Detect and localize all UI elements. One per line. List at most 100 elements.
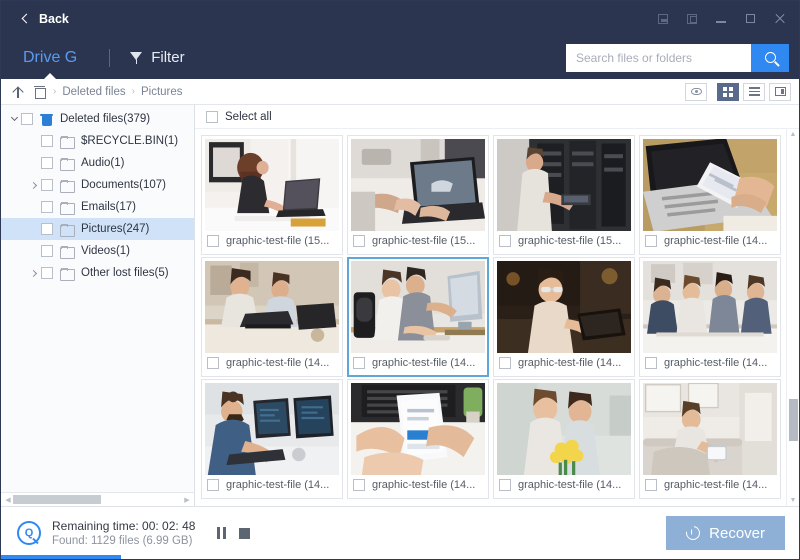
scroll-up-icon[interactable]: ▲ <box>790 131 797 138</box>
file-tile[interactable]: graphic-test-file (14... <box>639 257 781 377</box>
restore-icon <box>658 13 668 24</box>
file-tile[interactable]: graphic-test-file (15... <box>347 135 489 255</box>
up-level-icon[interactable] <box>13 86 24 98</box>
tile-checkbox[interactable] <box>499 479 511 491</box>
drive-tab[interactable]: Drive G <box>17 49 83 81</box>
minimize-button[interactable] <box>707 6 735 32</box>
back-button[interactable]: Back <box>15 8 75 30</box>
thumbnail <box>643 383 777 475</box>
select-all-label: Select all <box>225 110 272 123</box>
file-tile[interactable]: graphic-test-file (14... <box>639 379 781 499</box>
folder-icon <box>60 267 75 281</box>
tree-node-label: Audio(1) <box>81 157 125 169</box>
tile-checkbox[interactable] <box>353 357 365 369</box>
file-tile[interactable]: graphic-test-file (15... <box>201 135 343 255</box>
tile-checkbox[interactable] <box>353 235 365 247</box>
tree-node-videos[interactable]: Videos(1) <box>1 240 194 262</box>
tile-label: graphic-test-file (14... <box>226 357 330 369</box>
tree-checkbox[interactable] <box>41 223 53 235</box>
tree-checkbox[interactable] <box>41 201 53 213</box>
folder-icon <box>60 179 75 193</box>
tree-node-other-lost-files[interactable]: Other lost files(5) <box>1 262 194 284</box>
tile-label: graphic-test-file (15... <box>372 235 476 247</box>
content-vertical-scrollbar[interactable]: ▲ ▼ <box>786 129 799 506</box>
tree-node-recycle-bin[interactable]: $RECYCLE.BIN(1) <box>1 130 194 152</box>
tree-node-deleted-files[interactable]: Deleted files(379) <box>1 108 194 130</box>
detail-view-button[interactable] <box>769 82 791 101</box>
file-tile[interactable]: graphic-test-file (14... <box>347 257 489 377</box>
expand-window-button[interactable] <box>678 6 706 32</box>
tree-checkbox[interactable] <box>41 157 53 169</box>
tree-node-pictures[interactable]: Pictures(247) <box>1 218 194 240</box>
file-tile[interactable]: graphic-test-file (14... <box>201 257 343 377</box>
tile-checkbox[interactable] <box>645 357 657 369</box>
chevron-right-icon[interactable] <box>27 269 41 277</box>
filter-label: Filter <box>151 49 185 66</box>
stop-scan-button[interactable] <box>238 527 250 539</box>
search-button[interactable] <box>751 43 789 72</box>
chevron-right-icon[interactable] <box>27 181 41 189</box>
preview-toggle-button[interactable] <box>685 82 707 101</box>
tree-node-emails[interactable]: Emails(17) <box>1 196 194 218</box>
tree-checkbox[interactable] <box>21 113 33 125</box>
tile-checkbox[interactable] <box>353 479 365 491</box>
tree-node-documents[interactable]: Documents(107) <box>1 174 194 196</box>
scroll-down-icon[interactable]: ▼ <box>790 497 797 504</box>
scroll-left-icon[interactable]: ◀ <box>3 496 13 504</box>
tile-label: graphic-test-file (14... <box>518 357 622 369</box>
file-tile[interactable]: graphic-test-file (14... <box>493 379 635 499</box>
thumbnail <box>497 139 631 231</box>
file-tile[interactable]: graphic-test-file (15... <box>493 135 635 255</box>
sidebar-horizontal-scrollbar[interactable]: ◀ ▶ <box>1 492 194 506</box>
remaining-time-label: Remaining time: 00: 02: 48 <box>52 519 196 533</box>
breadcrumb-item-pictures[interactable]: Pictures <box>141 86 183 98</box>
tile-checkbox[interactable] <box>207 357 219 369</box>
trash-icon[interactable] <box>34 86 46 99</box>
filter-icon <box>130 51 143 64</box>
tree-checkbox[interactable] <box>41 179 53 191</box>
scroll-track[interactable] <box>13 495 182 504</box>
search-input[interactable] <box>566 43 751 72</box>
restore-window-button[interactable] <box>649 6 677 32</box>
chevron-down-icon[interactable] <box>7 113 21 122</box>
breadcrumb-bar: › Deleted files › Pictures <box>1 79 799 105</box>
scroll-thumb[interactable] <box>13 495 101 504</box>
close-button[interactable] <box>765 6 793 32</box>
scroll-right-icon[interactable]: ▶ <box>182 496 192 504</box>
tile-label: graphic-test-file (14... <box>372 479 476 491</box>
tile-checkbox[interactable] <box>499 357 511 369</box>
breadcrumb-item-deleted-files[interactable]: Deleted files <box>62 86 125 98</box>
list-view-button[interactable] <box>743 82 765 101</box>
tile-checkbox[interactable] <box>207 479 219 491</box>
tile-caption: graphic-test-file (14... <box>351 353 485 373</box>
tree-checkbox[interactable] <box>41 135 53 147</box>
tile-label: graphic-test-file (14... <box>664 357 768 369</box>
scroll-track[interactable] <box>788 141 798 494</box>
tile-checkbox[interactable] <box>207 235 219 247</box>
tile-checkbox[interactable] <box>499 235 511 247</box>
file-grid: graphic-test-file (15... graphic-test-fi… <box>195 129 786 506</box>
expand-icon <box>687 13 697 24</box>
tree-node-audio[interactable]: Audio(1) <box>1 152 194 174</box>
file-tile[interactable]: graphic-test-file (14... <box>201 379 343 499</box>
back-label: Back <box>39 11 69 26</box>
scroll-thumb[interactable] <box>788 398 798 441</box>
file-tile[interactable]: graphic-test-file (14... <box>347 379 489 499</box>
select-all-row[interactable]: Select all <box>195 105 799 129</box>
recover-button[interactable]: Recover <box>666 516 785 550</box>
tile-caption: graphic-test-file (14... <box>205 353 339 373</box>
file-tile[interactable]: graphic-test-file (14... <box>493 257 635 377</box>
tile-checkbox[interactable] <box>645 479 657 491</box>
pause-scan-button[interactable] <box>217 527 226 539</box>
tree-checkbox[interactable] <box>41 267 53 279</box>
filter-button[interactable]: Filter <box>130 49 185 66</box>
select-all-checkbox[interactable] <box>206 110 218 123</box>
found-files-label: Found: 1129 files (6.99 GB) <box>52 535 193 547</box>
file-tile[interactable]: graphic-test-file (14... <box>639 135 781 255</box>
content-panel: Select all graphic-test-file (15... grap… <box>195 105 799 506</box>
tree-checkbox[interactable] <box>41 245 53 257</box>
thumbnail <box>497 383 631 475</box>
maximize-button[interactable] <box>736 6 764 32</box>
grid-view-button[interactable] <box>717 82 739 101</box>
tile-checkbox[interactable] <box>645 235 657 247</box>
